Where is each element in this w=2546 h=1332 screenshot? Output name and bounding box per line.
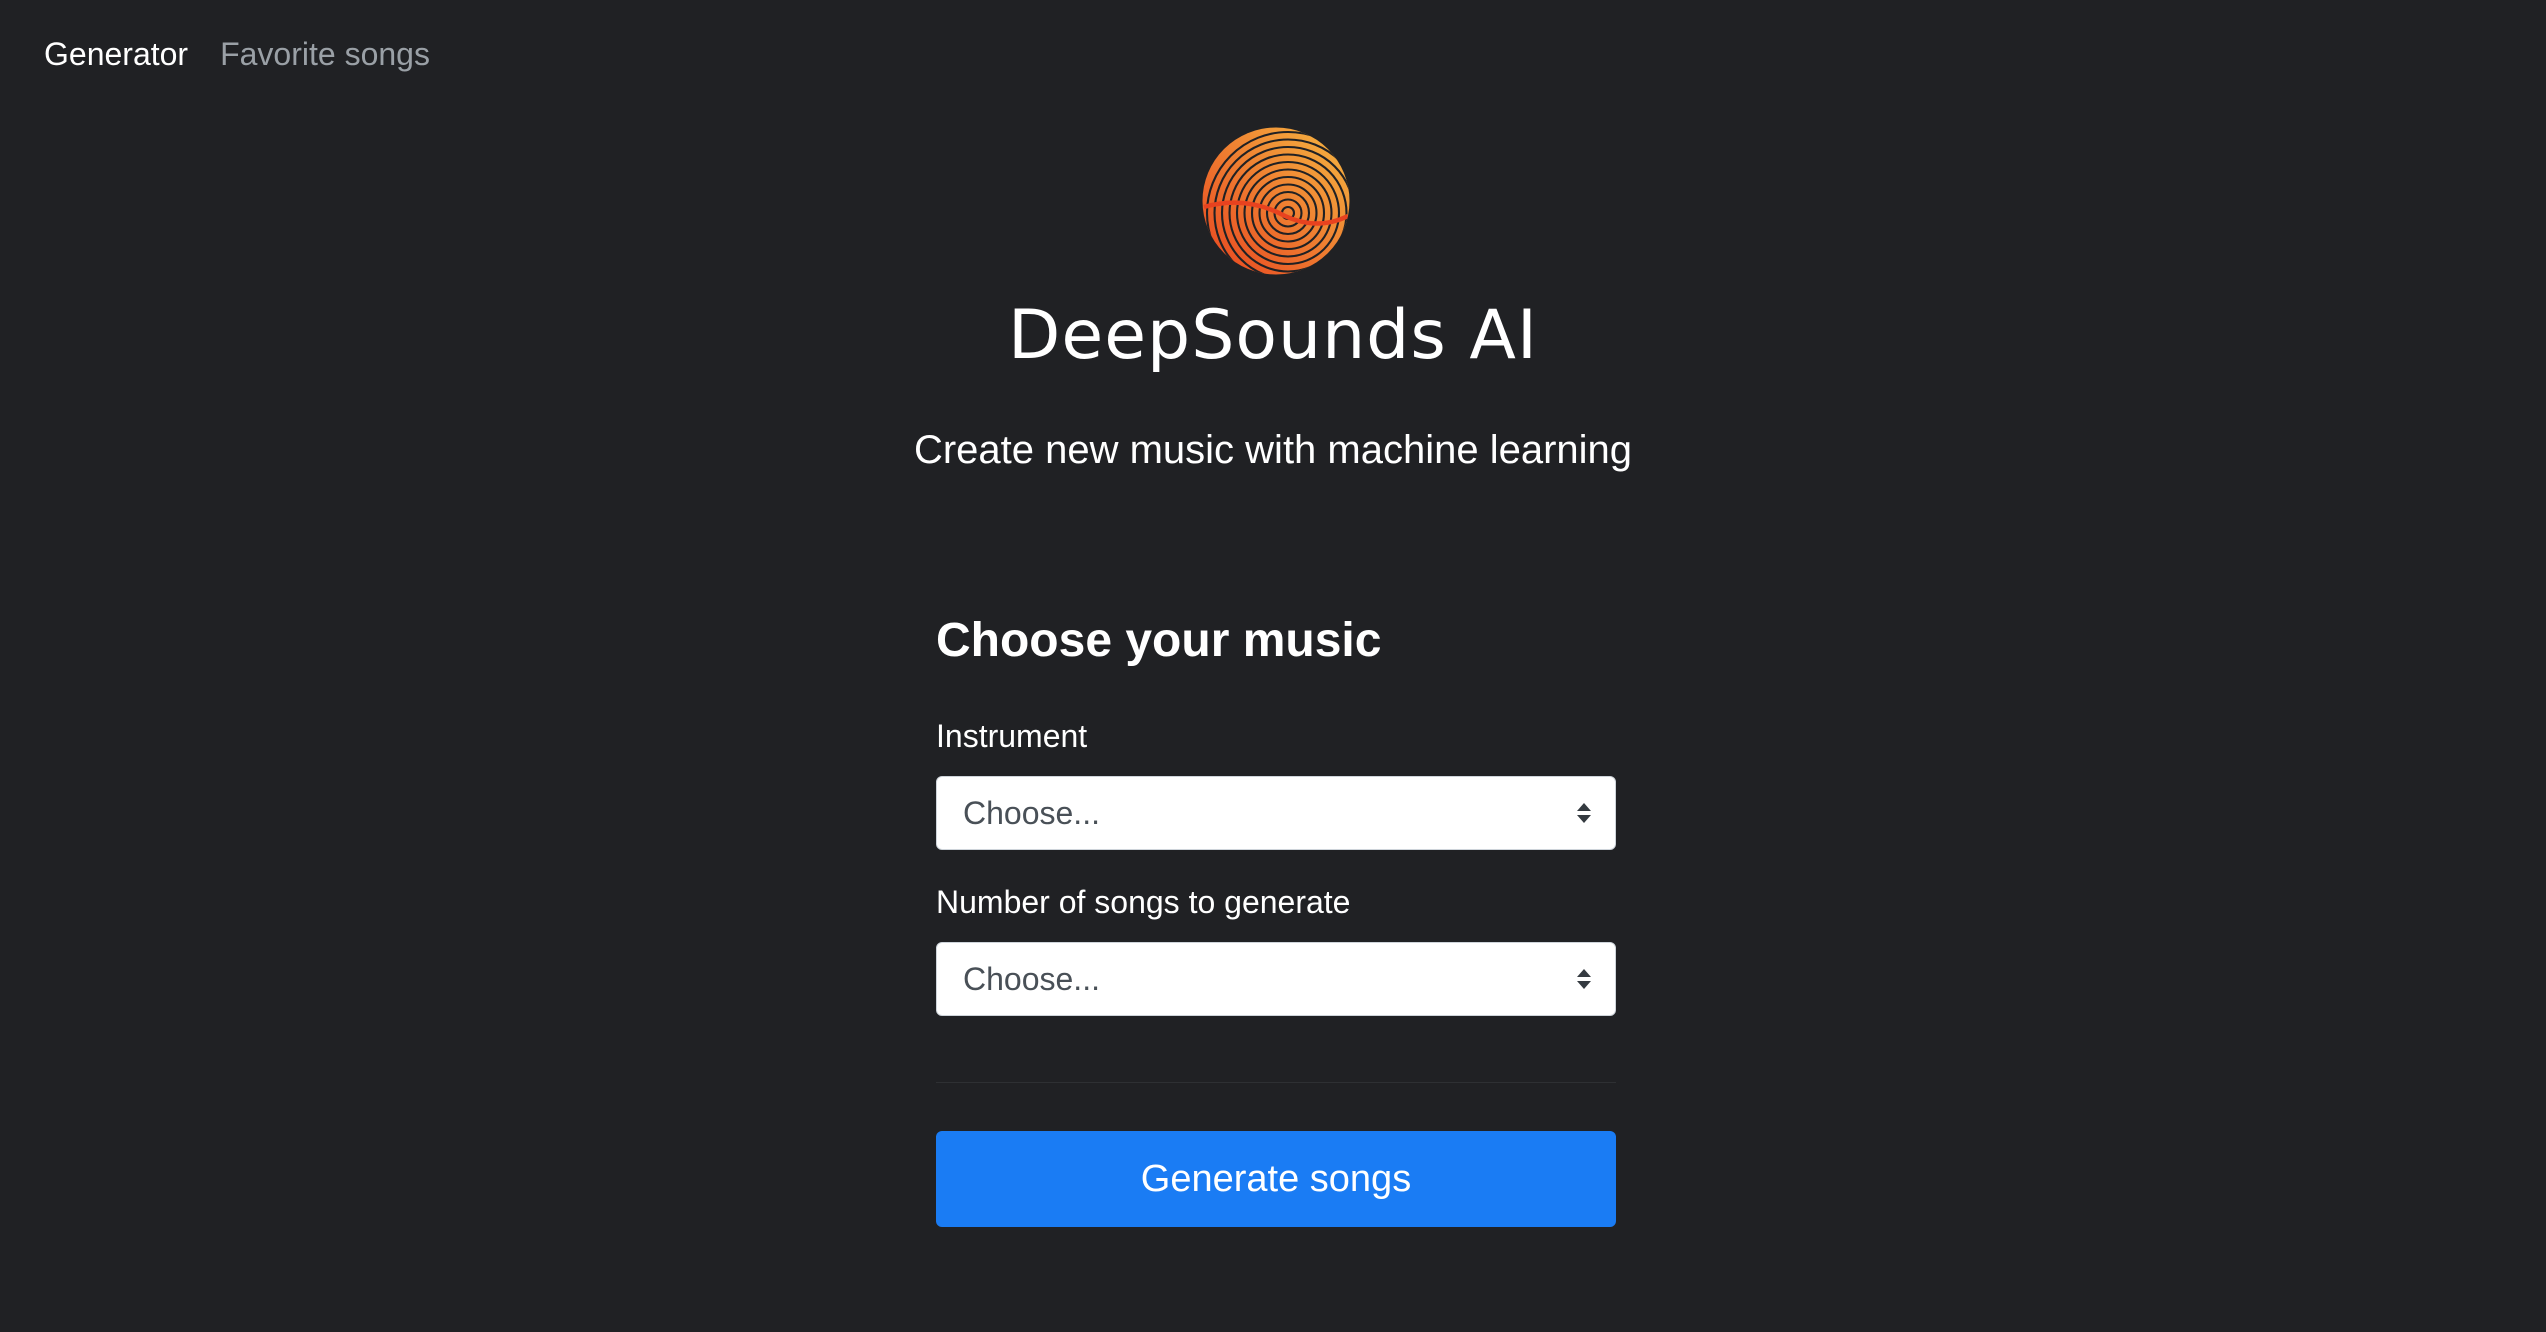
brand-name: DeepSounds AI [1008,296,1538,375]
nav-favorite-songs[interactable]: Favorite songs [220,36,430,73]
top-nav: Generator Favorite songs [44,36,430,73]
form-divider [936,1082,1616,1083]
music-form: Choose your music Instrument Choose... N… [936,610,1616,1227]
generate-songs-button[interactable]: Generate songs [936,1131,1616,1227]
nav-generator[interactable]: Generator [44,36,188,73]
form-heading: Choose your music [936,614,1382,667]
instrument-select[interactable]: Choose... [936,776,1616,850]
select-arrows-icon [1577,803,1591,823]
instrument-label: Instrument [936,718,1088,754]
song-count-select-value: Choose... [963,960,1100,997]
brand-tagline: Create new music with machine learning [913,428,1633,472]
select-arrows-icon [1577,969,1591,989]
song-count-select[interactable]: Choose... [936,942,1616,1016]
song-count-label: Number of songs to generate [936,884,1351,920]
soundwave-circle-icon [1202,127,1350,275]
instrument-select-value: Choose... [963,794,1100,831]
